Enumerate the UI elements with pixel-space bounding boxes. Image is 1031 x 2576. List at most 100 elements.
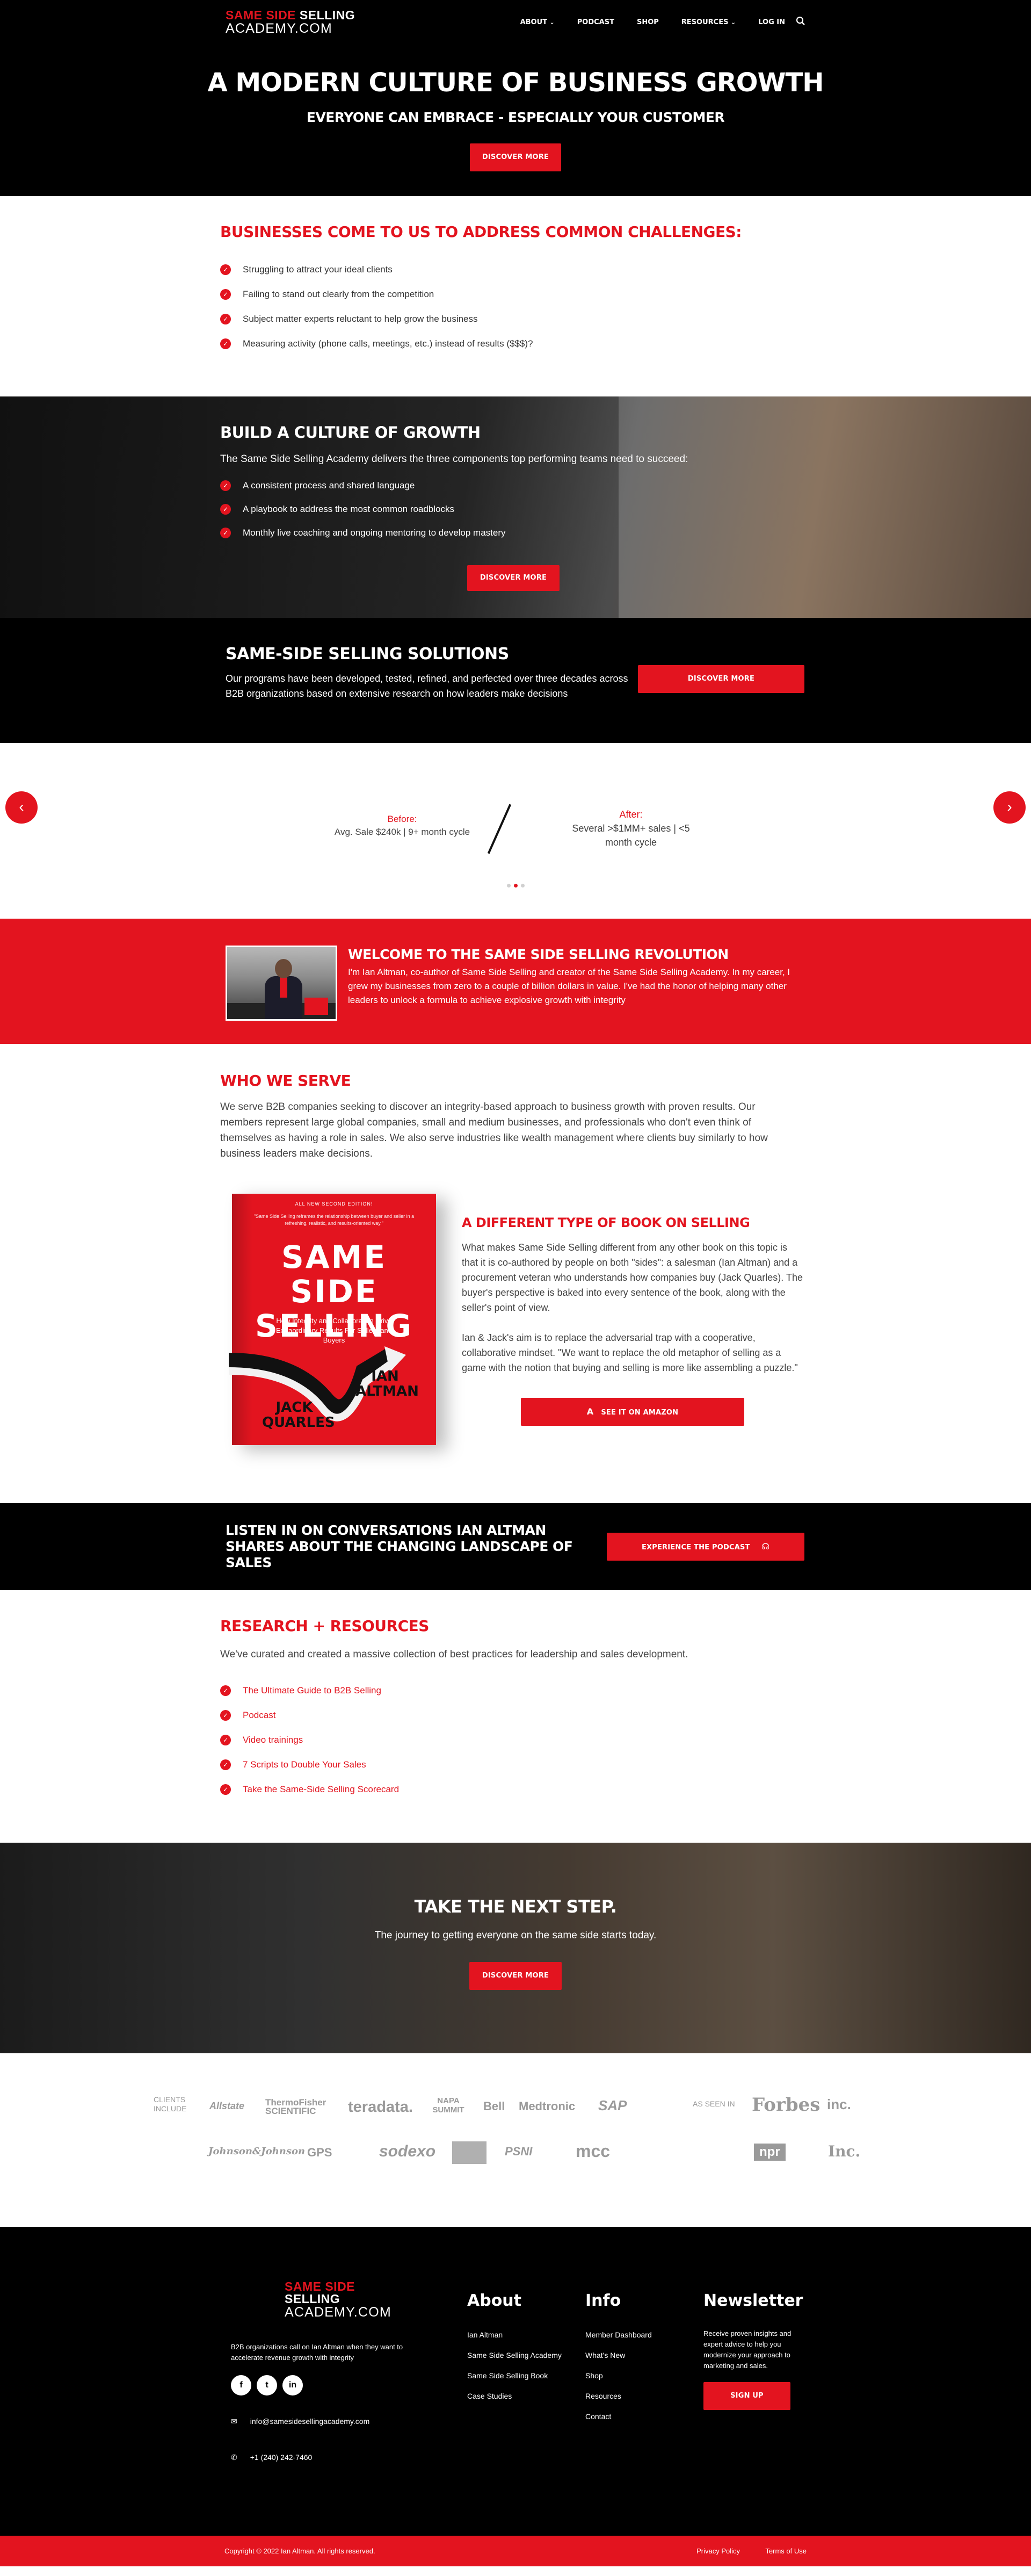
newsletter-signup-button[interactable]: SIGN UP: [703, 2382, 790, 2410]
footer-link[interactable]: Shop: [585, 2371, 652, 2380]
nav-about[interactable]: ABOUT ⌄: [520, 18, 555, 26]
book-title: A DIFFERENT TYPE OF BOOK ON SELLING: [462, 1215, 750, 1230]
chevron-down-icon: ⌄: [549, 18, 555, 26]
client-logo: mcc: [576, 2141, 611, 2161]
footer-link[interactable]: Member Dashboard: [585, 2330, 652, 2339]
social-links: f t in: [231, 2375, 392, 2395]
client-logo: NAPA SUMMIT: [432, 2096, 464, 2115]
press-logo: Forbes: [752, 2094, 821, 2116]
amazon-icon: a: [586, 1406, 594, 1417]
next-step-text: The journey to getting everyone on the s…: [374, 1930, 657, 1941]
list-item[interactable]: ✓ Video trainings: [220, 1735, 811, 1745]
list-item[interactable]: ✓ 7 Scripts to Double Your Sales: [220, 1759, 811, 1770]
next-step-discover-button[interactable]: DISCOVER MORE: [469, 1962, 562, 1990]
search-icon[interactable]: [796, 16, 805, 28]
footer-logo[interactable]: SAME SIDE SELLING ACADEMY.COM: [231, 2281, 392, 2319]
client-logo: sodexo: [379, 2142, 436, 2160]
hero-discover-button[interactable]: DISCOVER MORE: [470, 143, 561, 171]
footer-about-title: About: [467, 2291, 522, 2310]
list-item[interactable]: ✓ Take the Same-Side Selling Scorecard: [220, 1784, 811, 1795]
hero-subtitle: EVERYONE CAN EMBRACE - ESPECIALLY YOUR C…: [306, 110, 725, 125]
press-logo: Inc.: [828, 2142, 861, 2160]
site-logo[interactable]: SAME SIDE SELLING ACADEMY.COM: [226, 9, 355, 35]
ian-altman-photo: [226, 946, 337, 1021]
check-icon: ✓: [220, 1685, 231, 1696]
newsletter-text: Receive proven insights and expert advic…: [703, 2329, 792, 2370]
footer-link[interactable]: Same Side Selling Academy: [467, 2351, 562, 2359]
client-logo: ThermoFisher SCIENTIFIC: [265, 2097, 326, 2116]
challenges-section: BUSINESSES COME TO US TO ADDRESS COMMON …: [0, 196, 1031, 396]
client-logo: [452, 2141, 487, 2164]
slider-prev-button[interactable]: ‹: [5, 791, 38, 824]
after-label: After:: [619, 809, 643, 820]
slider-dot[interactable]: [520, 884, 525, 887]
hero-title: A MODERN CULTURE OF BUSINESS GROWTH: [207, 68, 824, 98]
facebook-icon[interactable]: f: [231, 2375, 251, 2395]
slider-dot-active[interactable]: [513, 884, 518, 887]
podcast-title: LISTEN IN ON CONVERSATIONS IAN ALTMAN SH…: [226, 1522, 573, 1570]
footer-link[interactable]: What's New: [585, 2351, 652, 2359]
slider-next-button[interactable]: ›: [993, 791, 1026, 824]
client-logo: SAP: [598, 2097, 627, 2113]
footer-newsletter-title: Newsletter: [703, 2291, 803, 2310]
footer-email[interactable]: ✉ info@samesidesellingacademy.com: [231, 2417, 392, 2426]
list-item[interactable]: ✓ Podcast: [220, 1710, 811, 1721]
who-title: WHO WE SERVE: [220, 1072, 351, 1089]
after-block: After: Several >$1MM+ sales | <5 month c…: [558, 807, 703, 849]
nav-podcast[interactable]: PODCAST: [577, 18, 614, 26]
footer-link[interactable]: Ian Altman: [467, 2330, 562, 2339]
footer-link[interactable]: Same Side Selling Book: [467, 2371, 562, 2380]
culture-discover-button[interactable]: DISCOVER MORE: [467, 565, 560, 591]
logo-sub-text: ACADEMY.COM: [226, 20, 332, 36]
main-nav: ABOUT ⌄ PODCAST SHOP RESOURCES ⌄ LOG IN: [520, 16, 805, 28]
before-block: Before: Avg. Sale $240k | 9+ month cycle: [330, 813, 475, 839]
nav-login[interactable]: LOG IN: [758, 18, 785, 26]
book-paragraph-1: What makes Same Side Selling different f…: [462, 1242, 803, 1313]
list-item: ✓ A consistent process and shared languag…: [220, 480, 811, 491]
seen-label: AS SEEN IN: [693, 2099, 735, 2108]
twitter-icon[interactable]: t: [257, 2375, 277, 2395]
solutions-text: Our programs have been developed, tested…: [226, 673, 628, 699]
culture-lead: The Same Side Selling Academy delivers t…: [220, 453, 688, 465]
footer-link[interactable]: Case Studies: [467, 2392, 562, 2400]
book-cover-image: ALL NEW SECOND EDITION! "Same Side Selli…: [229, 1194, 436, 1445]
culture-list: ✓ A consistent process and shared languag…: [220, 480, 811, 538]
nav-shop[interactable]: SHOP: [637, 18, 659, 26]
challenges-title: BUSINESSES COME TO US TO ADDRESS COMMON …: [220, 223, 742, 241]
challenges-list: ✓ Struggling to attract your ideal client…: [220, 264, 811, 349]
email-icon: ✉: [231, 2417, 237, 2426]
footer-tagline: B2B organizations call on Ian Altman whe…: [231, 2343, 403, 2362]
slider-dot[interactable]: [506, 884, 511, 887]
check-icon: ✓: [220, 1759, 231, 1770]
client-logo: Johnson&Johnson: [208, 2146, 306, 2157]
client-logo: teradata.: [348, 2098, 413, 2116]
welcome-section: WELCOME TO THE SAME SIDE SELLING REVOLUT…: [0, 919, 1031, 1044]
nav-resources[interactable]: RESOURCES ⌄: [681, 18, 736, 26]
list-item: ✓ Struggling to attract your ideal client…: [220, 264, 811, 275]
culture-section: BUILD A CULTURE OF GROWTH The Same Side …: [0, 396, 1031, 618]
copyright-text: Copyright © 2022 Ian Altman. All rights …: [224, 2547, 375, 2555]
footer-link[interactable]: Contact: [585, 2412, 652, 2421]
linkedin-icon[interactable]: in: [282, 2375, 303, 2395]
who-text: We serve B2B companies seeking to discov…: [220, 1101, 768, 1159]
before-text: Avg. Sale $240k | 9+ month cycle: [334, 827, 470, 837]
copyright-bar: Copyright © 2022 Ian Altman. All rights …: [0, 2536, 1031, 2566]
solutions-discover-button[interactable]: DISCOVER MORE: [638, 665, 804, 693]
who-we-serve-section: WHO WE SERVE We serve B2B companies seek…: [0, 1044, 1031, 1503]
check-icon: ✓: [220, 480, 231, 491]
client-logo: Bell: [483, 2099, 505, 2113]
check-icon: ✓: [220, 314, 231, 324]
list-item[interactable]: ✓ The Ultimate Guide to B2B Selling: [220, 1685, 811, 1696]
headphones-icon: ☊: [761, 1541, 770, 1552]
footer-link[interactable]: Resources: [585, 2392, 652, 2400]
terms-link[interactable]: Terms of Use: [765, 2547, 807, 2555]
privacy-link[interactable]: Privacy Policy: [696, 2547, 740, 2555]
experience-podcast-button[interactable]: EXPERIENCE THE PODCAST ☊: [607, 1533, 804, 1561]
slider-dots: [0, 881, 1031, 890]
footer-phone[interactable]: ✆ +1 (240) 242-7460: [231, 2453, 392, 2462]
see-on-amazon-button[interactable]: a SEE IT ON AMAZON: [521, 1398, 744, 1426]
chevron-down-icon: ⌄: [730, 18, 736, 26]
client-logo: PSNI: [505, 2145, 533, 2158]
check-icon: ✓: [220, 1710, 231, 1721]
welcome-text: I'm Ian Altman, co-author of Same Side S…: [348, 967, 790, 1005]
